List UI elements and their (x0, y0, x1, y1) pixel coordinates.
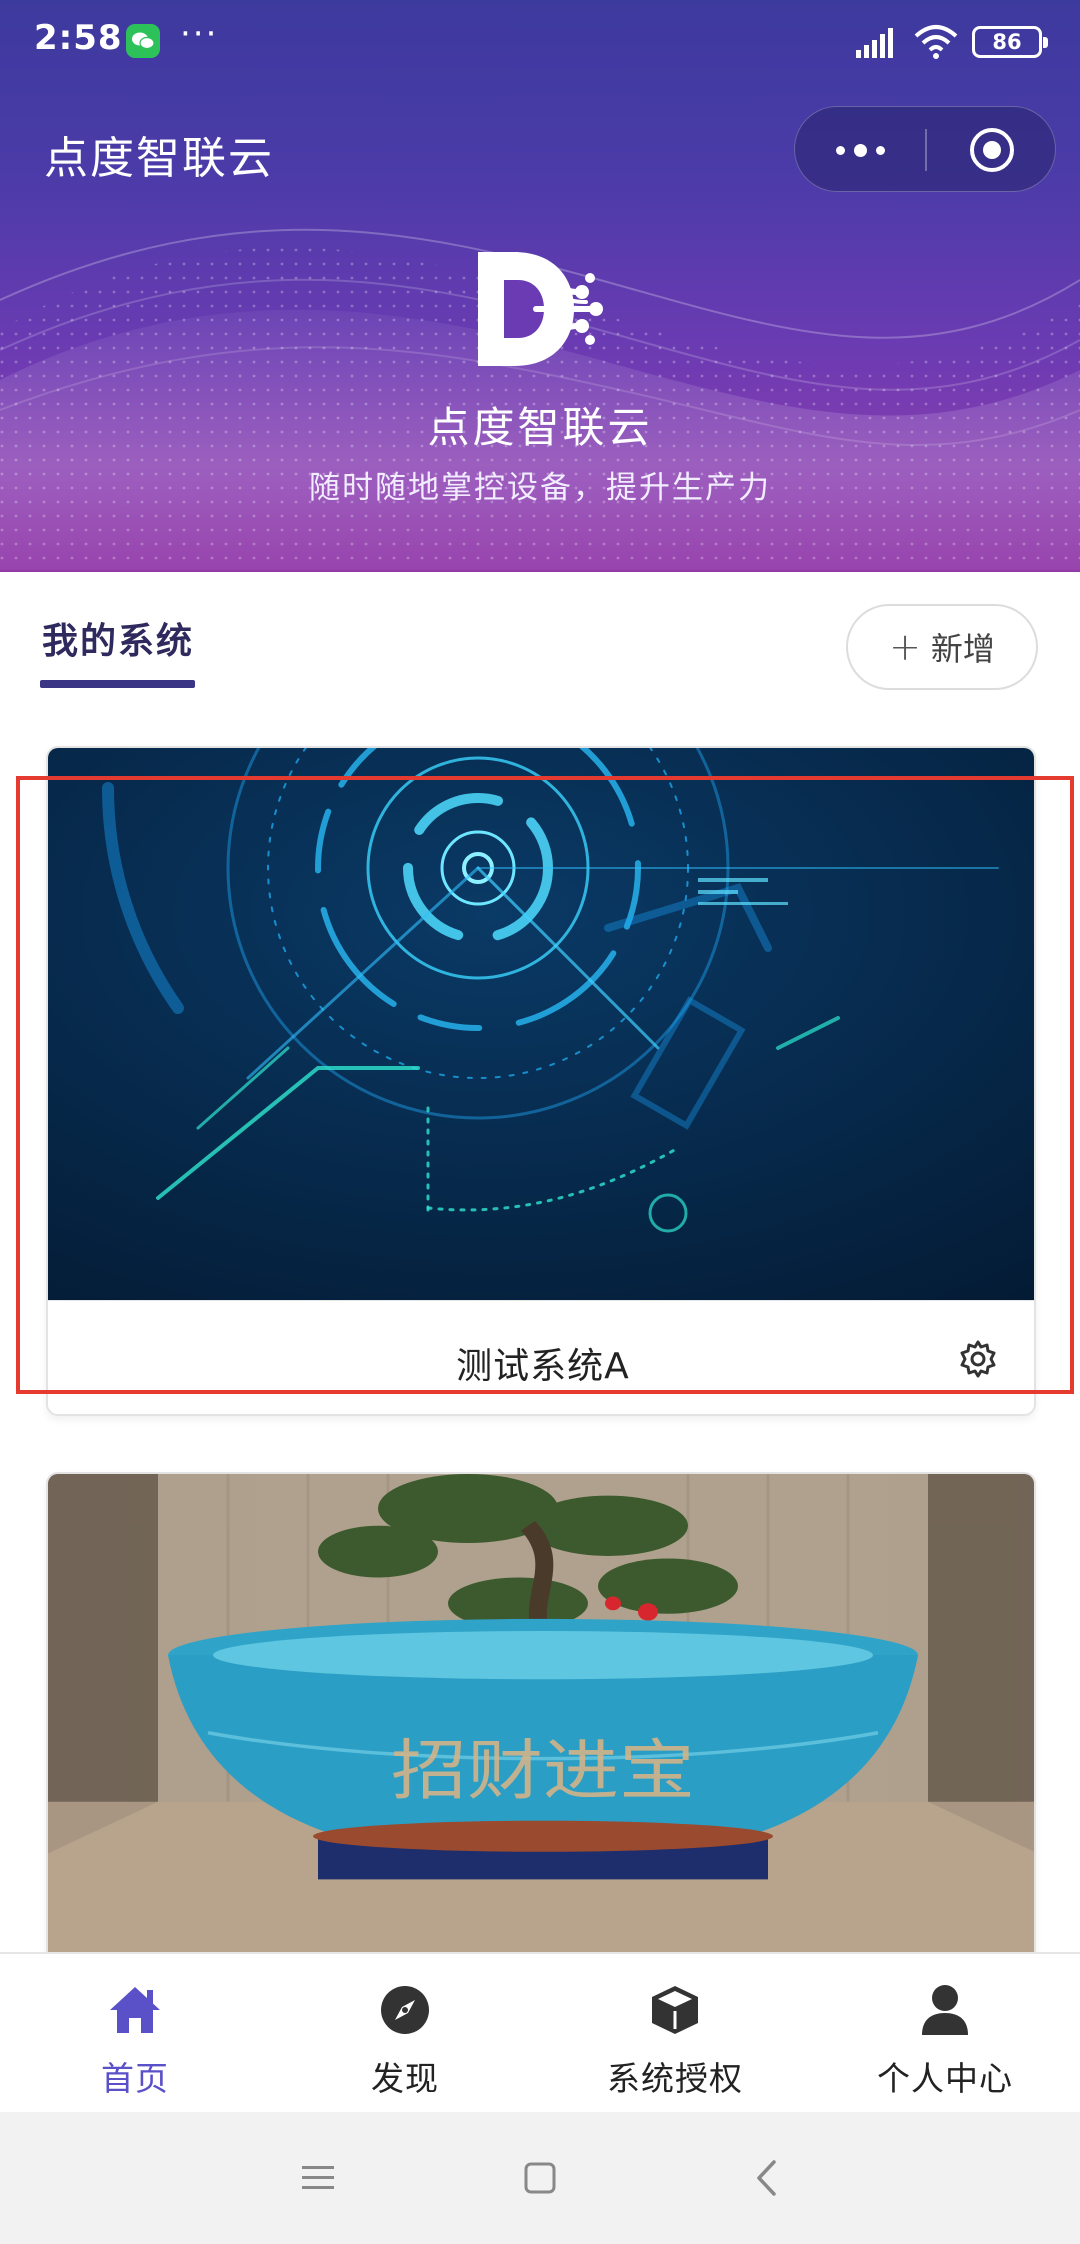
menu-nav-button[interactable] (294, 2154, 342, 2202)
plus-icon: + (889, 625, 921, 669)
battery-indicator: 86 (972, 26, 1048, 58)
home-icon (107, 1982, 163, 2038)
tab-system-auth[interactable]: 系统授权 (540, 1954, 810, 2112)
tab-home[interactable]: 首页 (0, 1954, 270, 2112)
pot-inscription: 招财进宝 (391, 1732, 695, 1809)
dot-icon (875, 145, 885, 155)
tab-profile[interactable]: 个人中心 (810, 1954, 1080, 2112)
home-nav-button[interactable] (516, 2154, 564, 2202)
tab-label: 个人中心 (877, 2059, 1013, 2098)
brand-logo (478, 252, 603, 366)
system-name: 测试系统A (456, 1346, 630, 1387)
tab-my-systems[interactable]: 我的系统 (42, 612, 194, 664)
dot-icon (835, 145, 845, 155)
tab-discover[interactable]: 发现 (270, 1954, 540, 2112)
gear-icon[interactable] (958, 1339, 998, 1379)
active-tab-indicator (40, 680, 195, 688)
bottom-tab-bar: 首页 发现 系统授权 个人中心 (0, 1952, 1080, 2112)
system-navigation-bar (0, 2112, 1080, 2244)
tab-label: 发现 (371, 2059, 439, 2098)
system-cover-image (48, 748, 1034, 1300)
close-miniprogram-button[interactable] (927, 107, 1057, 193)
signal-icon (856, 28, 893, 58)
target-close-icon (970, 128, 1014, 172)
hero-banner: 2:58 ··· 86 点度智联云 点度智联云 随时随地掌控设备，提升生产力 (0, 0, 1080, 572)
status-bar: 2:58 ··· 86 (0, 0, 1080, 84)
system-card-footer: 测试系统A (48, 1300, 1034, 1414)
user-icon (917, 1982, 973, 2038)
tab-label: 首页 (101, 2059, 169, 2098)
app-title: 点度智联云 (44, 133, 274, 184)
my-systems-header: 我的系统 + 新增 (0, 572, 1080, 712)
menu-icon (302, 2166, 334, 2189)
wifi-icon (914, 25, 958, 59)
miniprogram-capsule (794, 106, 1056, 192)
tab-label: 系统授权 (607, 2059, 743, 2098)
brand-tagline: 随时随地掌控设备，提升生产力 (309, 470, 771, 506)
system-card[interactable]: 测试系统A (46, 746, 1036, 1416)
more-notifications-icon: ··· (180, 14, 219, 54)
back-chevron-icon (757, 2160, 776, 2196)
brand-name: 点度智联云 (427, 403, 653, 452)
compass-icon (377, 1982, 433, 2038)
add-system-button[interactable]: + 新增 (846, 604, 1038, 690)
app-page: 2:58 ··· 86 点度智联云 点度智联云 随时随地掌控设备，提升生产力 我… (0, 0, 1080, 2244)
back-nav-button[interactable] (742, 2154, 790, 2202)
add-button-label: 新增 (930, 630, 995, 668)
more-menu-button[interactable] (795, 107, 925, 193)
system-cover-image: 招财进宝 (48, 1474, 1034, 2026)
status-time: 2:58 (34, 18, 123, 58)
cube-icon (647, 1982, 703, 2038)
wechat-icon (126, 24, 160, 58)
dot-icon (853, 143, 867, 157)
square-home-icon (524, 2162, 556, 2194)
